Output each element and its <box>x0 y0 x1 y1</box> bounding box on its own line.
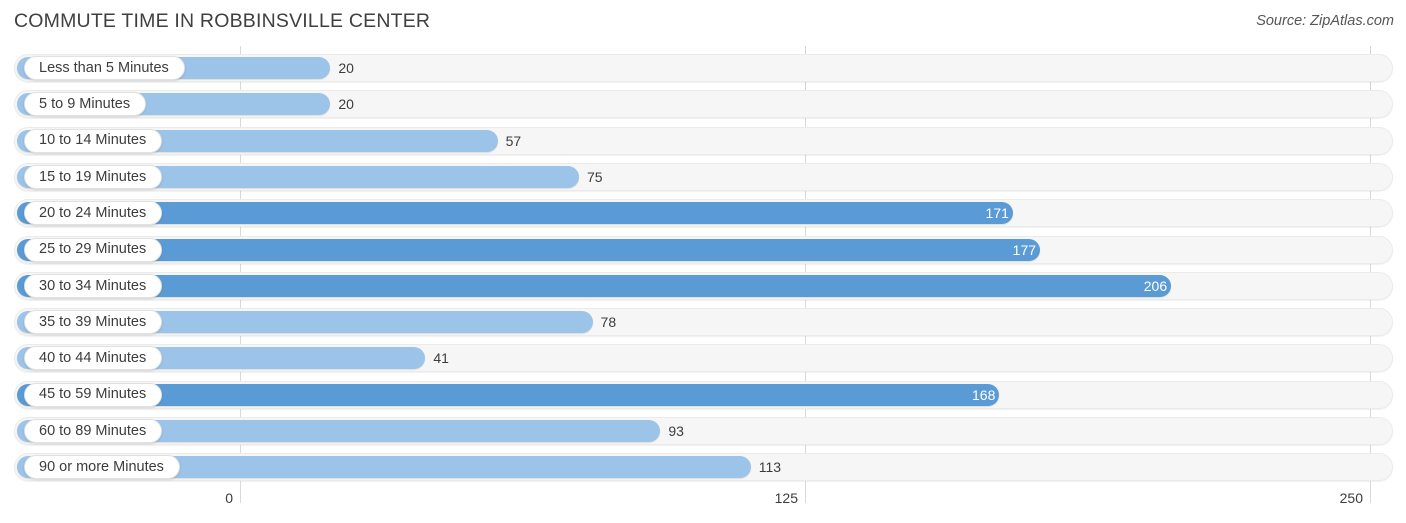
category-label: 5 to 9 Minutes <box>39 96 131 113</box>
category-label-pill: 10 to 14 Minutes <box>24 128 163 153</box>
category-label-pill: 20 to 24 Minutes <box>24 201 163 226</box>
plot-area: Less than 5 Minutes 20 5 to 9 Minutes 20 10 … <box>0 46 1406 486</box>
bar-row[interactable]: 25 to 29 Minutes 177 <box>14 235 1393 264</box>
bar[interactable] <box>17 383 1000 406</box>
bar-value-label: 171 <box>985 205 1009 222</box>
bar-value-label: 93 <box>668 423 684 439</box>
bar-row[interactable]: 15 to 19 Minutes 75 <box>14 162 1393 191</box>
category-label-pill: 90 or more Minutes <box>24 455 180 480</box>
bar-value-label: 113 <box>758 459 782 476</box>
category-label-pill: 30 to 34 Minutes <box>24 273 163 298</box>
chart-header: COMMUTE TIME IN ROBBINSVILLE CENTER Sour… <box>0 0 1406 46</box>
x-axis: 0 125 250 <box>0 486 1406 523</box>
category-label: 20 to 24 Minutes <box>39 204 147 221</box>
category-label-pill: 60 to 89 Minutes <box>24 419 163 443</box>
category-label-pill: 40 to 44 Minutes <box>24 346 163 371</box>
commute-time-bar-chart: COMMUTE TIME IN ROBBINSVILLE CENTER Sour… <box>0 0 1406 523</box>
category-label: 15 to 19 Minutes <box>39 168 147 185</box>
category-label: 40 to 44 Minutes <box>39 350 147 367</box>
bar-row[interactable]: 30 to 34 Minutes 206 <box>14 271 1393 300</box>
axis-tick-mark <box>805 486 806 503</box>
axis-tick-label: 0 <box>225 490 233 506</box>
category-label-pill: 35 to 39 Minutes <box>24 310 163 335</box>
bar-rows: Less than 5 Minutes 20 5 to 9 Minutes 20 10 … <box>0 46 1406 486</box>
page-title: COMMUTE TIME IN ROBBINSVILLE CENTER <box>14 10 431 32</box>
category-label: 90 or more Minutes <box>39 459 164 476</box>
category-label-pill: 5 to 9 Minutes <box>24 92 147 117</box>
bar-row[interactable]: 5 to 9 Minutes 20 <box>14 90 1393 119</box>
bar-value-label: 168 <box>972 386 996 403</box>
category-label: Less than 5 Minutes <box>39 59 169 76</box>
category-label-pill: 25 to 29 Minutes <box>24 237 163 262</box>
category-label-pill: 15 to 19 Minutes <box>24 164 163 189</box>
bar[interactable] <box>17 238 1041 261</box>
bar-value-label: 41 <box>433 350 449 367</box>
bar-row[interactable]: Less than 5 Minutes 20 <box>14 54 1393 82</box>
axis-tick-label: 250 <box>1339 490 1363 506</box>
category-label: 25 to 29 Minutes <box>39 241 147 258</box>
category-label: 35 to 39 Minutes <box>39 313 147 330</box>
bar-value-label: 20 <box>338 96 354 113</box>
bar-value-label: 57 <box>505 132 522 149</box>
bar-row[interactable]: 90 or more Minutes 113 <box>14 453 1393 482</box>
bar[interactable] <box>17 274 1172 297</box>
bar-row[interactable]: 35 to 39 Minutes 78 <box>14 308 1393 337</box>
axis-tick-mark <box>1370 486 1371 503</box>
category-label: 60 to 89 Minutes <box>39 422 147 439</box>
bar-row[interactable]: 45 to 59 Minutes 168 <box>14 380 1393 409</box>
bar[interactable] <box>17 202 1013 225</box>
category-label: 45 to 59 Minutes <box>39 386 147 403</box>
category-label-pill: Less than 5 Minutes <box>24 56 185 80</box>
bar-value-label: 206 <box>1143 277 1168 294</box>
category-label-pill: 45 to 59 Minutes <box>24 382 163 407</box>
bar-row[interactable]: 10 to 14 Minutes 57 <box>14 126 1393 155</box>
bar-value-label: 20 <box>338 60 354 76</box>
bar-value-label: 75 <box>587 168 603 185</box>
bar-value-label: 177 <box>1012 241 1037 258</box>
source-attribution: Source: ZipAtlas.com <box>1256 13 1394 29</box>
category-label: 30 to 34 Minutes <box>39 277 147 294</box>
bar-row[interactable]: 20 to 24 Minutes 171 <box>14 199 1393 228</box>
category-label: 10 to 14 Minutes <box>39 132 147 149</box>
axis-tick-label: 125 <box>774 490 798 506</box>
bar-value-label: 78 <box>600 314 617 331</box>
axis-tick-mark <box>240 486 241 503</box>
bar-row[interactable]: 60 to 89 Minutes 93 <box>14 417 1393 445</box>
bar-row[interactable]: 40 to 44 Minutes 41 <box>14 344 1393 373</box>
